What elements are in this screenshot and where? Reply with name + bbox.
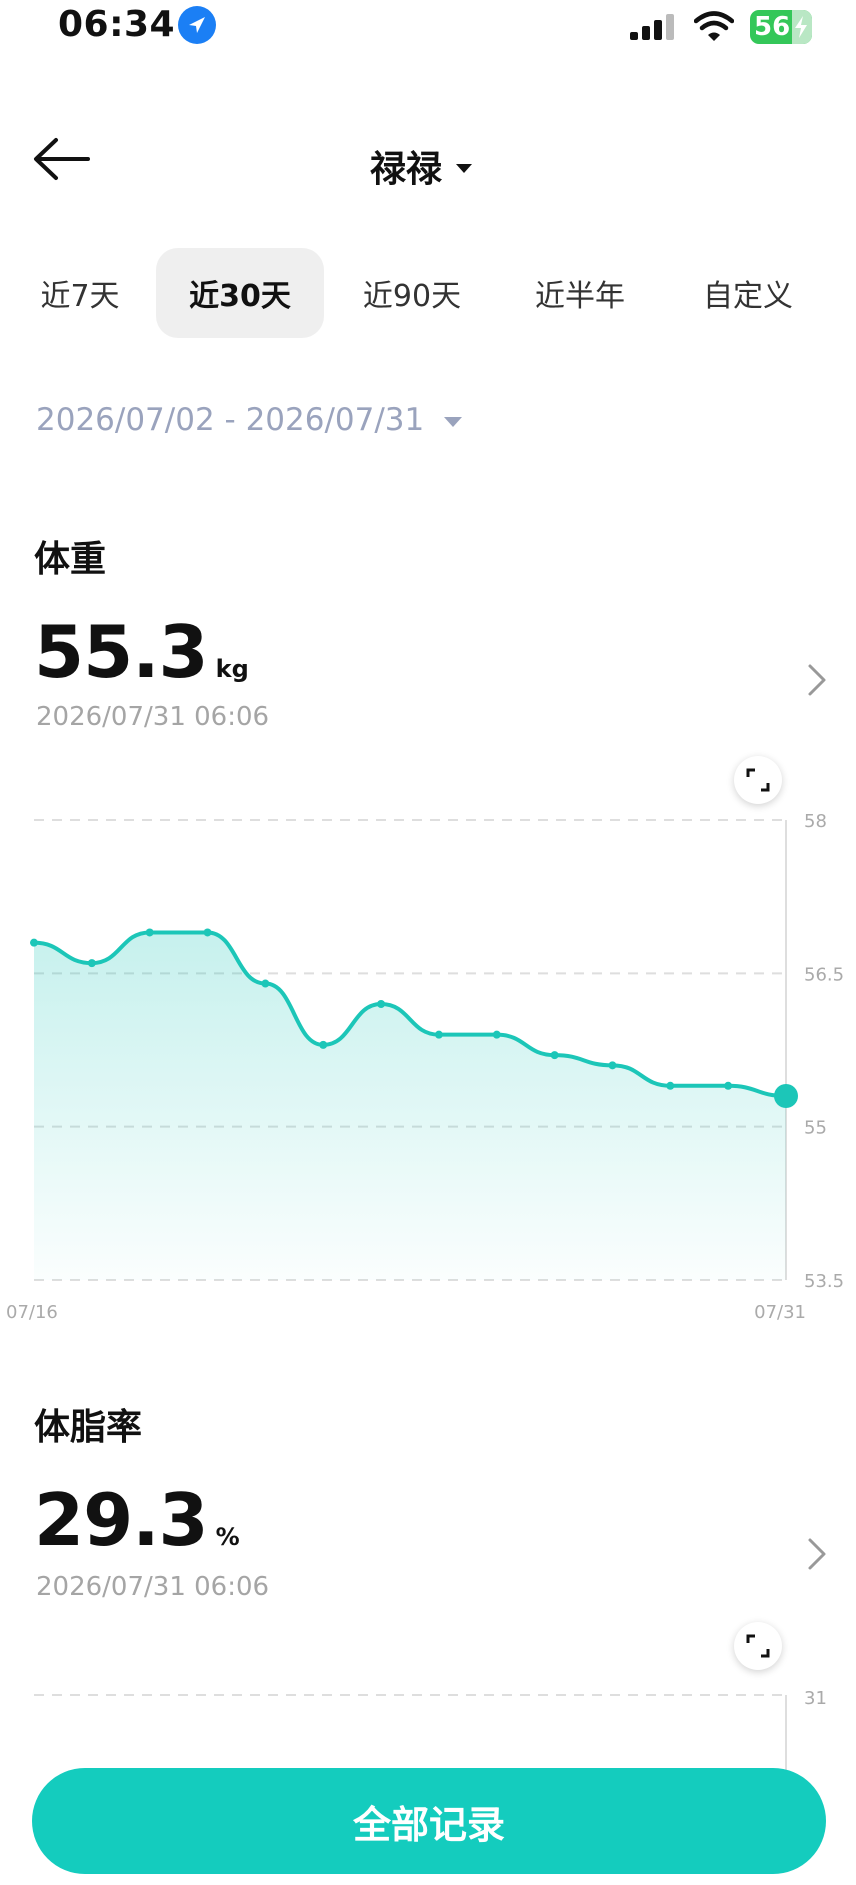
fullscreen-icon [746,768,770,792]
tab-7-days[interactable]: 近7天 [28,248,132,338]
y-tick-label: 55 [804,1118,827,1139]
weight-value: 55.3 [34,610,209,694]
data-point [492,1030,501,1039]
data-point [203,928,212,937]
weight-title: 体重 [34,539,107,580]
data-point [666,1081,675,1090]
data-point [261,979,270,988]
y-tick-label: 58 [804,811,827,832]
page-title: 禄禄 [370,149,443,190]
back-arrow-icon[interactable] [32,136,92,182]
wifi-icon [694,11,734,41]
body-fat-value: 29.3 [34,1478,209,1562]
tab-half-year[interactable]: 近半年 [520,248,640,338]
body-fat-unit: % [215,1523,240,1551]
weight-area [34,932,786,1280]
all-records-button[interactable]: 全部记录 [32,1768,826,1874]
y-tick-label: 56.5 [804,964,844,985]
data-point [319,1040,328,1049]
body-fat-value-group: 29.3 % [34,1478,240,1562]
x-tick-label: 07/16 [6,1302,58,1323]
weight-unit: kg [215,655,249,683]
caret-down-icon [456,163,473,173]
member-selector[interactable]: 禄禄 [370,140,473,192]
data-point [608,1061,617,1070]
location-icon [178,6,216,44]
weight-value-group: 55.3 kg [34,610,249,694]
data-point [550,1051,559,1060]
chevron-right-icon[interactable] [806,1536,828,1572]
battery-level: 56 [754,12,791,42]
data-point [30,938,38,947]
x-tick-label: 07/31 [754,1302,806,1323]
data-point [377,1000,386,1008]
weight-timestamp: 2026/07/31 06:06 [36,702,270,732]
expand-chart-button[interactable] [734,756,782,804]
date-range-text: 2026/07/02 - 2026/07/31 [36,402,425,438]
body-fat-title: 体脂率 [34,1407,143,1448]
data-point [434,1030,443,1039]
data-point [145,928,154,937]
tab-custom[interactable]: 自定义 [688,248,808,338]
battery-icon: 56 [750,10,812,44]
tab-90-days[interactable]: 近90天 [352,248,472,338]
body-fat-timestamp: 2026/07/31 06:06 [36,1572,270,1602]
signal-icon [630,14,674,40]
status-time: 06:34 [58,4,176,45]
date-range-selector[interactable]: 2026/07/02 - 2026/07/31 [36,402,463,438]
y-tick-label: 31 [804,1688,827,1709]
data-point [724,1081,733,1090]
caret-down-icon [444,417,463,427]
y-tick-label: 53.5 [804,1271,844,1292]
chevron-right-icon[interactable] [806,662,828,698]
latest-point [774,1084,798,1108]
tab-30-days[interactable]: 近30天 [156,248,324,338]
weight-chart: 58 56.5 55 53.5 07/16 07/31 [6,811,844,1323]
data-point [87,959,96,968]
